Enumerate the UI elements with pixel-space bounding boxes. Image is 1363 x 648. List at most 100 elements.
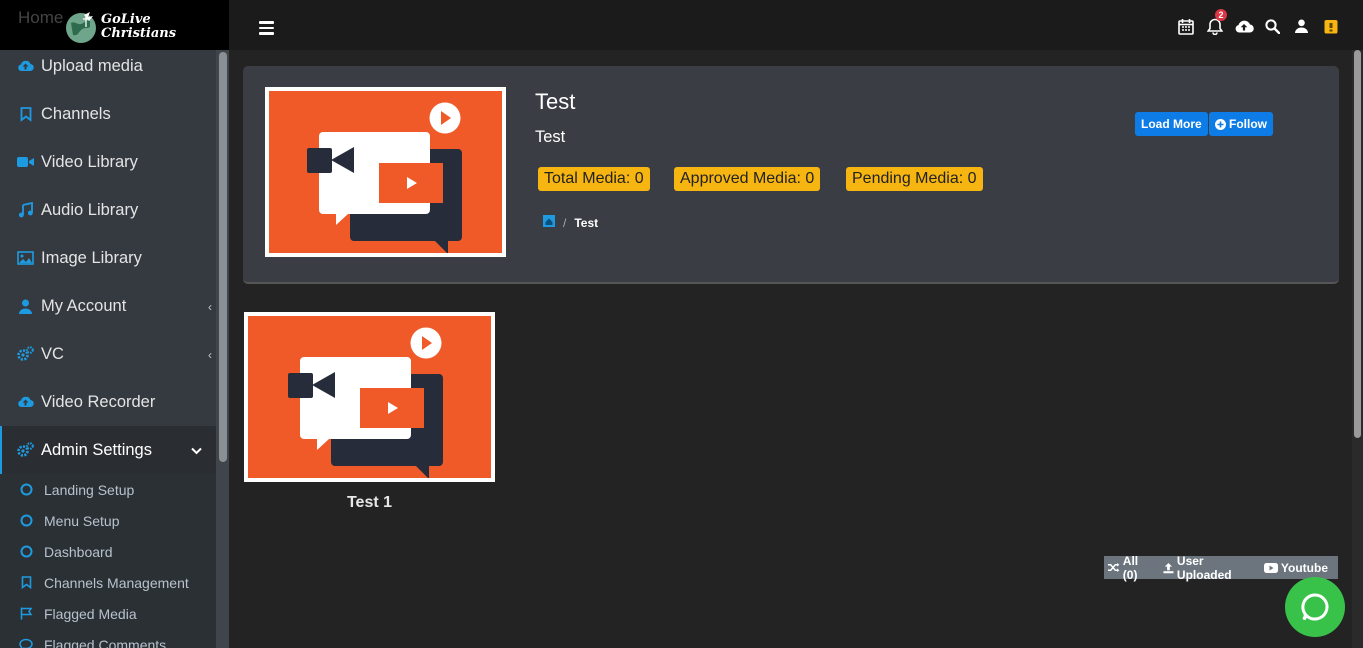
channel-title: Test bbox=[535, 89, 576, 114]
sidebar-item-label: Video Library bbox=[41, 152, 138, 171]
calendar-icon[interactable] bbox=[1171, 16, 1200, 36]
sidebar-item-label: Audio Library bbox=[41, 200, 139, 219]
hamburger-menu-icon[interactable] bbox=[259, 21, 274, 38]
chevron-down-icon bbox=[191, 444, 202, 458]
chevron-left-icon: ‹ bbox=[208, 300, 212, 314]
logo-line-1: GoLive bbox=[101, 12, 151, 27]
sidebar-item-my-account[interactable]: My Account ‹ bbox=[0, 282, 216, 330]
circle-icon bbox=[19, 545, 33, 559]
chevron-left-icon: ‹ bbox=[208, 348, 212, 362]
topbar: 2 bbox=[229, 0, 1363, 50]
sidebar-item-label: Video Recorder bbox=[41, 392, 156, 411]
circle-icon bbox=[19, 514, 33, 528]
sidebar-subitem-menu-setup[interactable]: Menu Setup bbox=[0, 505, 216, 536]
sidebar: Upload media Channels Video Library Audi… bbox=[0, 0, 229, 648]
circle-icon bbox=[19, 483, 33, 497]
sidebar-item-label: My Account bbox=[41, 296, 127, 315]
sidebar-item-video-recorder[interactable]: Video Recorder bbox=[0, 378, 216, 426]
sidebar-nav: Upload media Channels Video Library Audi… bbox=[0, 42, 216, 648]
channel-thumbnail bbox=[265, 87, 506, 257]
cloud-upload-icon[interactable] bbox=[1229, 16, 1258, 36]
youtube-icon bbox=[1263, 562, 1278, 573]
video-chat-illustration-icon bbox=[288, 327, 443, 478]
filter-all-label: All (0) bbox=[1122, 553, 1139, 582]
notification-badge: 2 bbox=[1215, 9, 1227, 21]
sidebar-item-label: Channels bbox=[41, 104, 111, 123]
comment-icon bbox=[19, 638, 33, 648]
video-card-thumbnail[interactable] bbox=[244, 312, 495, 482]
pending-media-badge: Pending Media: 0 bbox=[846, 167, 983, 191]
search-icon[interactable] bbox=[1258, 16, 1287, 36]
sidebar-item-label: Image Library bbox=[41, 248, 142, 267]
user-icon bbox=[17, 298, 34, 315]
total-media-badge: Total Media: 0 bbox=[538, 167, 650, 191]
cogs-icon bbox=[17, 346, 34, 363]
bell-icon[interactable]: 2 bbox=[1200, 9, 1229, 36]
logo-line-2: Christians bbox=[101, 26, 177, 41]
video-camera-icon bbox=[17, 154, 34, 171]
breadcrumb-separator: / bbox=[563, 215, 567, 230]
sidebar-item-admin-settings[interactable]: Admin Settings bbox=[0, 426, 216, 474]
follow-label: Follow bbox=[1229, 117, 1267, 131]
channel-subtitle: Test bbox=[535, 128, 566, 146]
sidebar-scrollbar-thumb[interactable] bbox=[219, 52, 227, 462]
video-card-title[interactable]: Test 1 bbox=[244, 494, 495, 512]
logo-globe-icon bbox=[66, 12, 96, 43]
follow-button[interactable]: Follow bbox=[1209, 112, 1273, 136]
filter-all[interactable]: All (0) bbox=[1108, 554, 1153, 582]
approved-media-badge: Approved Media: 0 bbox=[674, 167, 821, 191]
sidebar-subitem-dashboard[interactable]: Dashboard bbox=[0, 536, 216, 567]
load-more-label: Load More bbox=[1141, 117, 1202, 131]
shuffle-icon bbox=[1108, 562, 1120, 573]
video-chat-illustration-icon bbox=[307, 102, 462, 253]
media-filter-bar: All (0) User Uploaded Youtube bbox=[1104, 554, 1338, 582]
subitem-label: Flagged Media bbox=[44, 605, 137, 622]
sidebar-subitem-channels-management[interactable]: Channels Management bbox=[0, 567, 216, 598]
topbar-icons: 2 bbox=[1171, 9, 1345, 36]
home-icon[interactable] bbox=[543, 215, 555, 230]
sidebar-item-video-library[interactable]: Video Library bbox=[0, 138, 216, 186]
subitem-label: Menu Setup bbox=[44, 512, 120, 529]
sidebar-item-audio-library[interactable]: Audio Library bbox=[0, 186, 216, 234]
filter-youtube[interactable]: Youtube bbox=[1263, 560, 1328, 575]
subitem-label: Landing Setup bbox=[44, 481, 135, 498]
sidebar-item-image-library[interactable]: Image Library bbox=[0, 234, 216, 282]
filter-youtube-label: Youtube bbox=[1280, 560, 1328, 575]
flag-icon bbox=[19, 607, 33, 621]
chat-widget-button[interactable] bbox=[1285, 577, 1345, 637]
breadcrumb: / Test bbox=[543, 215, 598, 230]
sidebar-item-label: VC bbox=[41, 344, 64, 363]
sidebar-subitem-landing-setup[interactable]: Landing Setup bbox=[0, 474, 216, 505]
sidebar-item-label: Admin Settings bbox=[41, 440, 152, 459]
upload-icon bbox=[1163, 562, 1174, 573]
home-ghost-text: Home bbox=[18, 8, 64, 27]
user-profile-icon[interactable] bbox=[1287, 16, 1316, 36]
plus-circle-icon bbox=[1215, 118, 1226, 130]
bookmark-icon bbox=[19, 576, 33, 590]
image-icon bbox=[17, 250, 34, 267]
load-more-button[interactable]: Load More bbox=[1135, 112, 1208, 136]
filter-user-uploaded[interactable]: User Uploaded bbox=[1163, 554, 1254, 582]
music-note-icon bbox=[17, 202, 34, 219]
channel-header-card: Test Test Total Media: 0 Approved Media:… bbox=[243, 66, 1339, 284]
wallet-icon[interactable] bbox=[1316, 16, 1345, 36]
cloud-upload-icon bbox=[17, 394, 34, 411]
logo-text: GoLive Christians bbox=[101, 13, 176, 41]
subitem-label: Channels Management bbox=[44, 574, 189, 591]
app-root: Upload media Channels Video Library Audi… bbox=[0, 0, 1363, 648]
chat-bubble-icon bbox=[1301, 593, 1329, 621]
sidebar-item-label: Upload media bbox=[41, 56, 143, 75]
cloud-upload-icon bbox=[17, 58, 34, 75]
sidebar-item-channels[interactable]: Channels bbox=[0, 90, 216, 138]
subitem-label: Flagged Comments bbox=[44, 636, 167, 648]
sidebar-logo[interactable]: Home GoLive Christians bbox=[0, 0, 229, 50]
sidebar-item-vc[interactable]: VC ‹ bbox=[0, 330, 216, 378]
sidebar-subitem-flagged-media[interactable]: Flagged Media bbox=[0, 598, 216, 629]
filter-user-uploaded-label: User Uploaded bbox=[1176, 553, 1232, 582]
breadcrumb-current: Test bbox=[574, 215, 599, 230]
bookmark-icon bbox=[17, 106, 34, 123]
sidebar-subitem-flagged-comments[interactable]: Flagged Comments bbox=[0, 629, 216, 648]
subitem-label: Dashboard bbox=[44, 543, 113, 560]
cogs-icon bbox=[17, 442, 34, 459]
main-scrollbar-thumb[interactable] bbox=[1354, 50, 1361, 438]
